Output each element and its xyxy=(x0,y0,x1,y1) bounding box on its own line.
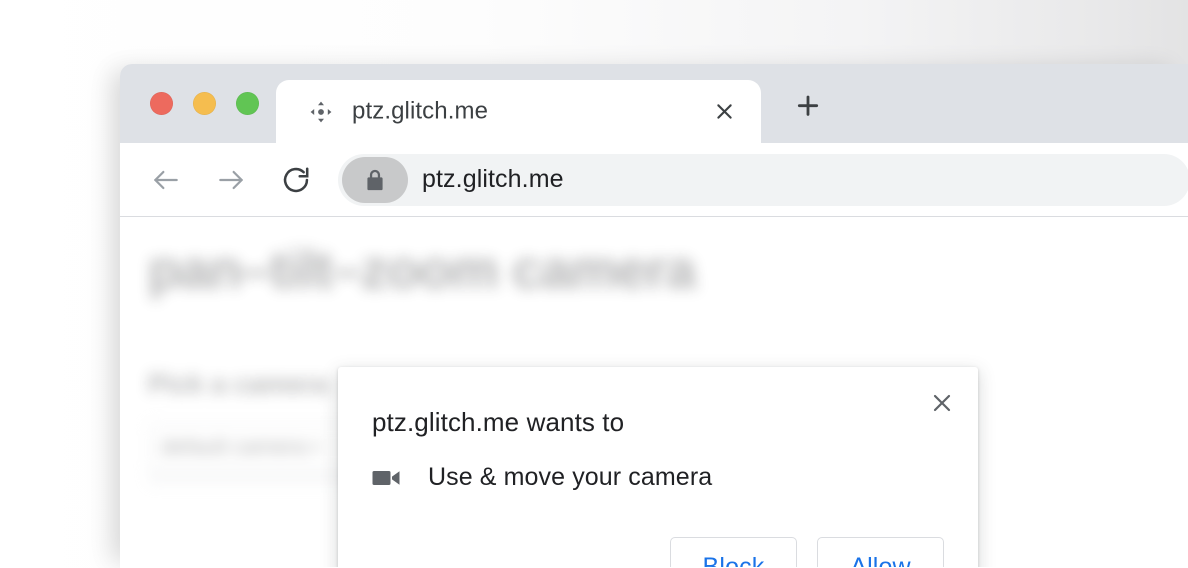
window-maximize-button[interactable] xyxy=(236,92,259,115)
dialog-action-buttons: Block Allow xyxy=(670,537,944,567)
web-page-content: pan–tilt–zoom camera Pick a camera defau… xyxy=(120,217,1188,567)
page-title: pan–tilt–zoom camera xyxy=(148,240,696,300)
reload-button[interactable] xyxy=(274,158,318,202)
browser-window: ptz.glitch.me ptz.glitch.me pan–tilt–zoo… xyxy=(120,64,1188,568)
back-button[interactable] xyxy=(144,158,188,202)
chevron-down-icon: ▾ xyxy=(312,439,321,456)
address-bar[interactable]: ptz.glitch.me xyxy=(338,153,1188,206)
site-info-lock-icon[interactable] xyxy=(342,156,408,203)
block-button[interactable]: Block xyxy=(670,537,797,567)
permission-description: Use & move your camera xyxy=(428,463,713,491)
camera-select-value: default camera xyxy=(161,434,307,459)
browser-tab-ptz-glitch-me[interactable]: ptz.glitch.me xyxy=(276,80,761,143)
video-camera-icon xyxy=(372,464,406,492)
tab-close-icon[interactable] xyxy=(707,95,741,129)
new-tab-button[interactable] xyxy=(787,84,829,126)
allow-button[interactable]: Allow xyxy=(817,537,944,567)
tab-strip: ptz.glitch.me xyxy=(120,64,1188,143)
forward-button[interactable] xyxy=(209,158,253,202)
browser-toolbar: ptz.glitch.me xyxy=(120,143,1188,217)
window-close-button[interactable] xyxy=(150,92,173,115)
permission-request-row: Use & move your camera xyxy=(372,463,712,492)
address-bar-url-text[interactable]: ptz.glitch.me xyxy=(422,164,564,193)
pan-tilt-move-icon xyxy=(308,99,334,125)
window-minimize-button[interactable] xyxy=(193,92,216,115)
dialog-close-icon[interactable] xyxy=(924,385,960,421)
tab-title: ptz.glitch.me xyxy=(352,96,489,124)
dialog-title: ptz.glitch.me wants to xyxy=(372,407,625,437)
camera-permission-dialog: ptz.glitch.me wants to Use & move your c… xyxy=(338,367,978,567)
window-traffic-lights xyxy=(150,92,259,115)
